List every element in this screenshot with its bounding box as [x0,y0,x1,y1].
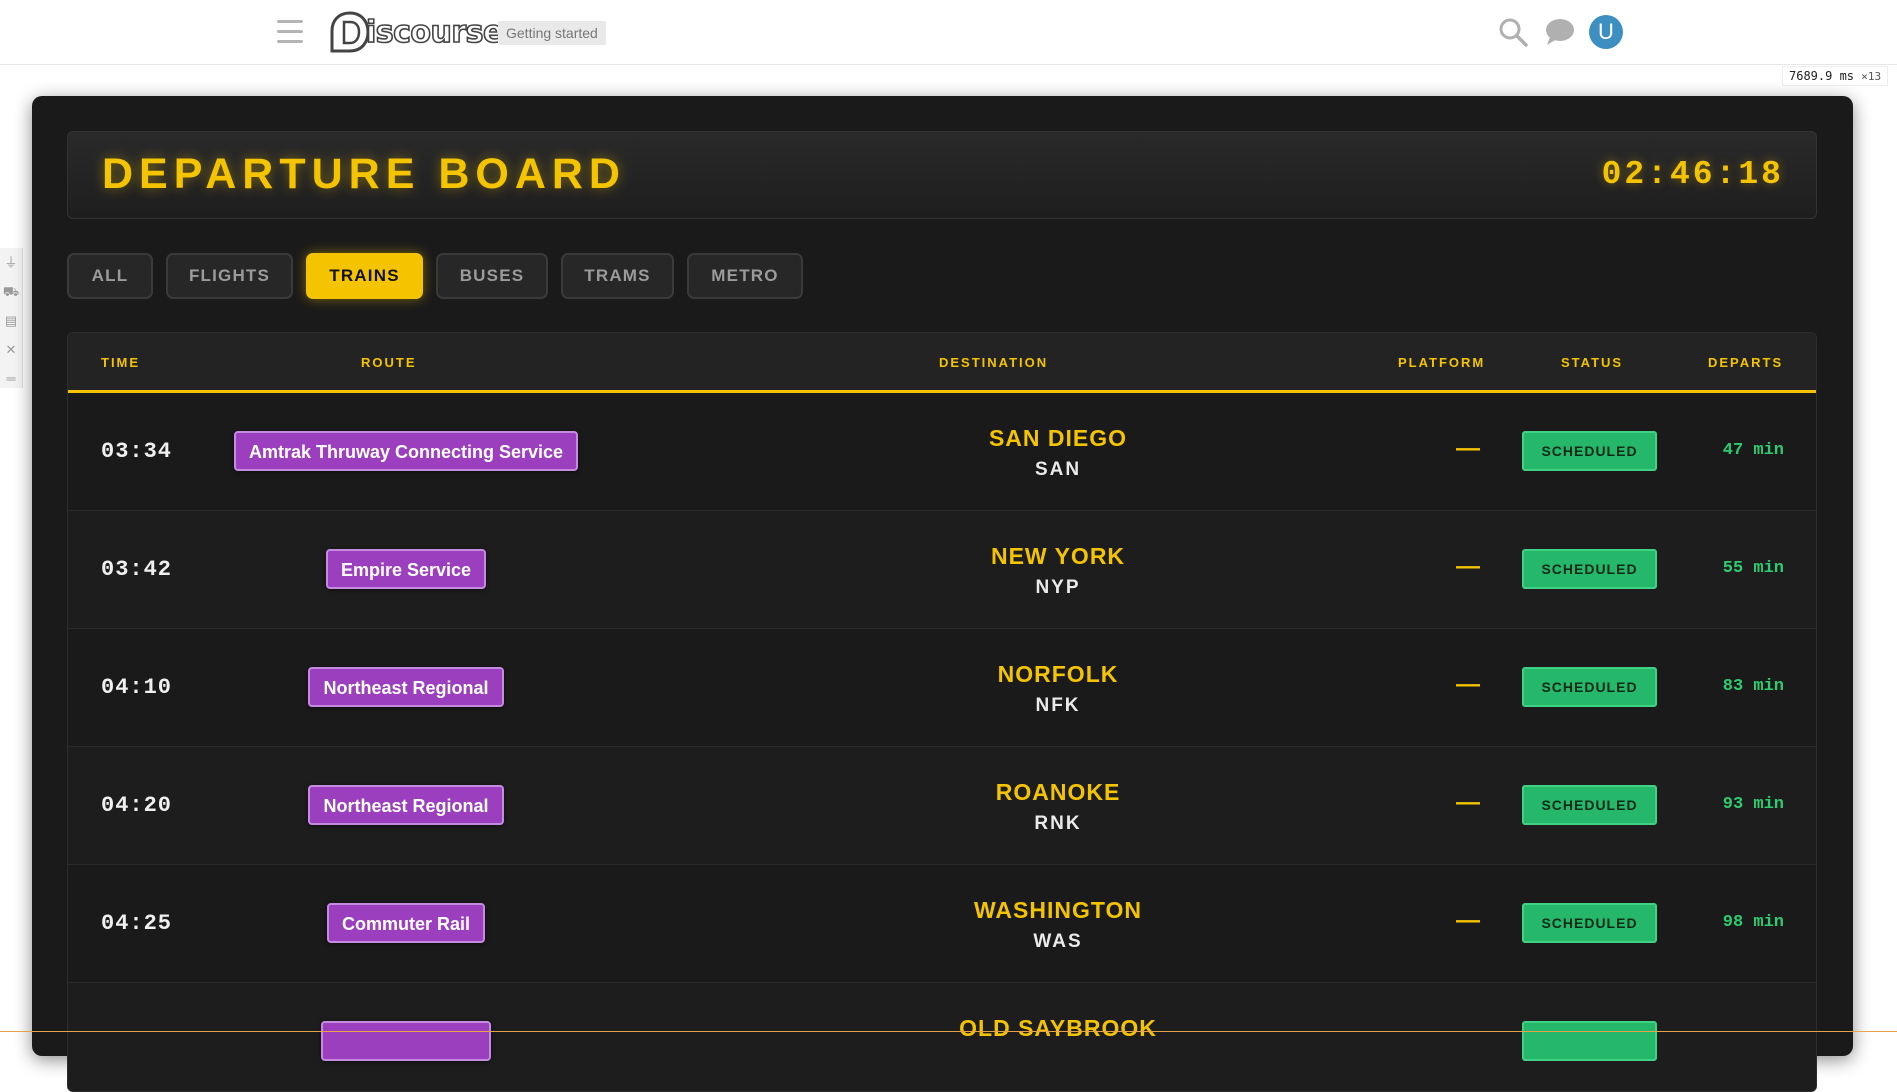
row-departs: 47 min [1722,441,1784,460]
destination-code: NFK [1035,695,1081,716]
discourse-logo[interactable]: iscourse [328,10,504,54]
destination-city: NEW YORK [990,543,1126,569]
route-badge[interactable]: Commuter Rail [326,903,486,943]
row-destination: WASHINGTON WAS [858,897,1258,953]
destination-city: NORFOLK [997,661,1119,687]
destination-city: WASHINGTON [973,897,1143,923]
row-destination: NEW YORK NYP [858,543,1258,599]
truck-icon[interactable]: ⛟ [0,277,22,306]
col-route: ROUTE [361,355,417,370]
col-platform: PLATFORM [1398,355,1486,370]
logo-text: iscourse [365,14,504,51]
board-header: DEPARTURE BOARD 02:46:18 [67,131,1817,219]
destination-city: OLD SAYBROOK [959,1015,1157,1041]
route-badge[interactable]: Northeast Regional [308,785,504,825]
chat-bubbles-icon[interactable]: ▤ [0,306,22,335]
status-badge: SCHEDULED [1522,667,1657,707]
site-header: iscourse Getting started U [0,0,1897,65]
tab-flights[interactable]: FLIGHTS [166,253,293,299]
status-badge: SCHEDULED [1522,431,1657,471]
row-platform: — [1456,435,1480,462]
row-departs: 83 min [1722,677,1784,696]
row-destination: OLD SAYBROOK [858,1015,1258,1042]
destination-city: SAN DIEGO [988,425,1128,451]
tab-buses[interactable]: BUSES [436,253,548,299]
row-time: 04:20 [101,793,173,818]
destination-code: NYP [1035,577,1081,598]
col-time: TIME [101,355,141,370]
drag-handle-icon[interactable]: ═ [0,364,22,393]
row-platform: — [1456,907,1480,934]
user-avatar[interactable]: U [1589,15,1623,49]
departures-table: TIME ROUTE DESTINATION PLATFORM STATUS D… [67,332,1817,1092]
plug-icon[interactable]: ⏚ [0,248,22,277]
row-time: 03:42 [101,557,173,582]
performance-readout: 7689.9 ms ×13 [1782,66,1889,86]
search-icon[interactable] [1498,17,1528,52]
chat-icon[interactable] [1544,17,1576,52]
left-dock: ⏚ ⛟ ▤ ✕ ═ [0,248,23,388]
tab-trains[interactable]: TRAINS [306,253,423,299]
col-status: STATUS [1561,355,1624,370]
row-time: 04:25 [101,911,173,936]
table-row[interactable]: 03:42 Empire Service NEW YORK NYP — SCHE… [68,511,1816,629]
row-destination: SAN DIEGO SAN [858,425,1258,481]
board-title: DEPARTURE BOARD [102,150,626,198]
col-departs: DEPARTS [1708,355,1784,370]
destination-city: ROANOKE [995,779,1121,805]
status-badge: SCHEDULED [1522,549,1657,589]
route-badge[interactable]: Amtrak Thruway Connecting Service [233,431,579,471]
perf-count: ×13 [1861,70,1882,83]
table-row[interactable]: 04:10 Northeast Regional NORFOLK NFK — S… [68,629,1816,747]
row-departs: 55 min [1722,559,1784,578]
topic-badge[interactable]: Getting started [498,21,606,45]
row-platform: — [1456,789,1480,816]
route-badge[interactable]: Northeast Regional [308,667,504,707]
row-destination: NORFOLK NFK [858,661,1258,717]
board-clock: 02:46:18 [1601,156,1784,193]
route-badge[interactable]: Empire Service [325,549,487,589]
tab-metro[interactable]: METRO [687,253,803,299]
tab-trams[interactable]: TRAMS [561,253,674,299]
hamburger-menu-icon[interactable] [277,20,303,44]
row-time: 03:34 [101,439,173,464]
row-departs: 93 min [1722,795,1784,814]
destination-code: WAS [1033,931,1083,952]
destination-code: SAN [1034,459,1082,480]
close-icon[interactable]: ✕ [0,335,22,364]
status-badge: SCHEDULED [1522,903,1657,943]
status-badge [1522,1021,1657,1061]
table-header: TIME ROUTE DESTINATION PLATFORM STATUS D… [68,333,1816,393]
perf-value: 7689.9 ms [1789,69,1855,83]
row-departs: 98 min [1722,913,1784,932]
table-row[interactable]: 04:25 Commuter Rail WASHINGTON WAS — SCH… [68,865,1816,983]
col-destination: DESTINATION [939,355,1049,370]
row-time: 04:10 [101,675,173,700]
table-row[interactable]: 03:34 Amtrak Thruway Connecting Service … [68,393,1816,511]
mode-tabs: ALL FLIGHTS TRAINS BUSES TRAMS METRO [67,253,816,299]
status-badge: SCHEDULED [1522,785,1657,825]
departure-board: DEPARTURE BOARD 02:46:18 ALL FLIGHTS TRA… [32,96,1853,1092]
row-platform: — [1456,553,1480,580]
destination-code: RNK [1034,813,1082,834]
row-platform: — [1456,671,1480,698]
route-badge[interactable] [321,1021,491,1061]
tab-all[interactable]: ALL [67,253,153,299]
row-destination: ROANOKE RNK [858,779,1258,835]
table-row[interactable]: OLD SAYBROOK [68,983,1816,1091]
table-row[interactable]: 04:20 Northeast Regional ROANOKE RNK — S… [68,747,1816,865]
